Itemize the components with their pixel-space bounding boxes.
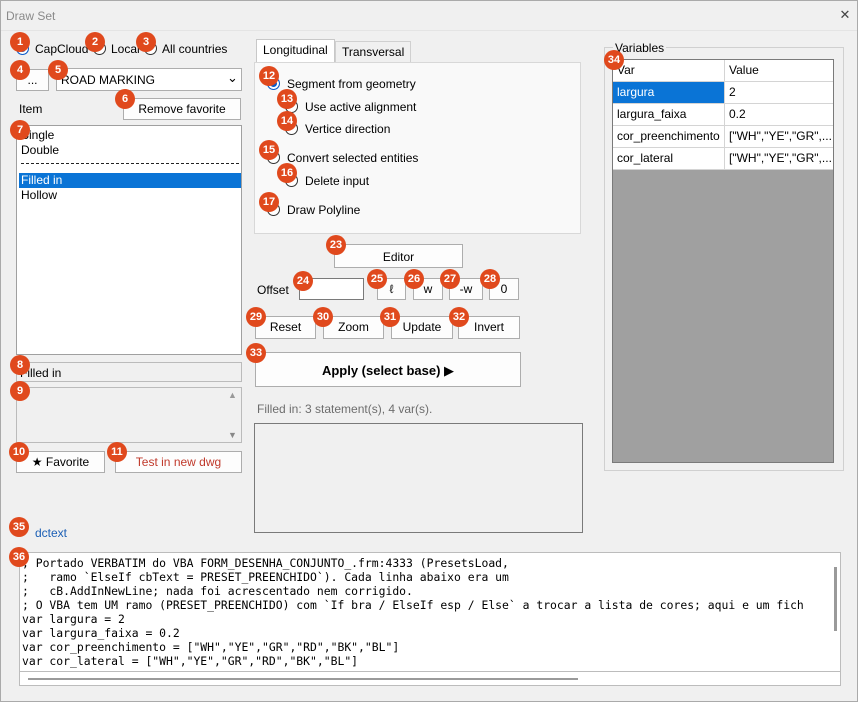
- apply-select-base-button[interactable]: Apply (select base) ▶: [255, 352, 521, 387]
- editor-button[interactable]: Editor: [334, 244, 463, 268]
- convert-selected-entities-label[interactable]: Convert selected entities: [287, 151, 418, 165]
- list-item-selected[interactable]: Filled in: [19, 173, 241, 188]
- longitudinal-panel: Segment from geometry Use active alignme…: [254, 62, 581, 234]
- list-item[interactable]: Double: [19, 143, 241, 158]
- marker-badge: 5: [48, 60, 68, 80]
- item-list[interactable]: Single Double Filled in Hollow: [16, 125, 242, 355]
- var-name-cell-selected[interactable]: largura: [613, 82, 725, 103]
- title-bar: Draw Set ✕: [1, 1, 857, 31]
- dctext-label: dctext: [35, 526, 68, 540]
- marker-badge: 27: [440, 269, 460, 289]
- test-in-new-dwg-button[interactable]: Test in new dwg: [115, 451, 242, 473]
- marker-badge: 17: [259, 192, 279, 212]
- var-name-cell[interactable]: cor_preenchimento: [613, 126, 725, 147]
- marker-badge: 30: [313, 307, 333, 327]
- tab-transversal[interactable]: Transversal: [335, 41, 412, 62]
- marker-badge: 12: [259, 66, 279, 86]
- draw-polyline-label[interactable]: Draw Polyline: [287, 203, 360, 217]
- marker-badge: 15: [259, 140, 279, 160]
- column-header-value[interactable]: Value: [725, 60, 833, 81]
- vertice-direction-label[interactable]: Vertice direction: [305, 122, 390, 136]
- code-line: var cor_lateral = ["WH","YE","GR","RD","…: [22, 654, 359, 668]
- segment-from-geometry-label[interactable]: Segment from geometry: [287, 77, 416, 91]
- marker-badge: 13: [277, 89, 297, 109]
- category-select-value: ROAD MARKING: [61, 73, 156, 87]
- table-row[interactable]: cor_preenchimento ["WH","YE","GR",...: [613, 126, 833, 148]
- dctext-code-editor[interactable]: ; Portado VERBATIM do VBA FORM_DESENHA_C…: [19, 552, 841, 672]
- column-header-var[interactable]: Var: [613, 60, 725, 81]
- list-item[interactable]: Hollow: [19, 188, 241, 203]
- table-row[interactable]: largura 2: [613, 82, 833, 104]
- remove-favorite-button[interactable]: Remove favorite: [123, 98, 241, 120]
- offset-label: Offset: [257, 283, 289, 297]
- code-line: var largura = 2: [22, 612, 125, 626]
- category-select[interactable]: ROAD MARKING ⌄: [56, 68, 242, 91]
- var-name-cell[interactable]: cor_lateral: [613, 148, 725, 169]
- tab-longitudinal[interactable]: Longitudinal: [256, 39, 335, 63]
- var-value-cell[interactable]: 0.2: [725, 104, 833, 125]
- use-active-alignment-label[interactable]: Use active alignment: [305, 100, 416, 114]
- marker-badge: 6: [115, 89, 135, 109]
- marker-badge: 4: [10, 60, 30, 80]
- selected-name-field: Filled in: [16, 362, 242, 382]
- marker-badge: 25: [367, 269, 387, 289]
- preview-box: [254, 423, 583, 533]
- marker-badge: 2: [85, 32, 105, 52]
- radio-capcloud-label[interactable]: CapCloud: [35, 42, 88, 56]
- marker-badge: 31: [380, 307, 400, 327]
- code-line: ; ramo `ElseIf cbText = PRESET_PREENCHID…: [22, 570, 509, 584]
- update-button[interactable]: Update: [391, 316, 453, 339]
- marker-badge: 10: [9, 442, 29, 462]
- code-line: ; O VBA tem UM ramo (PRESET_PREENCHIDO) …: [22, 598, 804, 612]
- chevron-down-icon: ⌄: [227, 70, 238, 85]
- marker-badge: 36: [9, 547, 29, 567]
- code-vertical-scrollbar[interactable]: [834, 567, 837, 631]
- close-icon[interactable]: ✕: [833, 4, 857, 26]
- scroll-down-icon[interactable]: ▼: [228, 430, 237, 440]
- list-item[interactable]: Single: [19, 128, 241, 143]
- var-value-cell[interactable]: 2: [725, 82, 833, 103]
- code-line: var largura_faixa = 0.2: [22, 626, 180, 640]
- marker-badge: 1: [10, 32, 30, 52]
- marker-badge: 24: [293, 271, 313, 291]
- marker-badge: 32: [449, 307, 469, 327]
- window-title: Draw Set: [6, 9, 56, 23]
- var-value-cell[interactable]: ["WH","YE","GR",...: [725, 126, 833, 147]
- marker-badge: 26: [404, 269, 424, 289]
- marker-badge: 3: [136, 32, 156, 52]
- var-name-cell[interactable]: largura_faixa: [613, 104, 725, 125]
- marker-badge: 14: [277, 111, 297, 131]
- marker-badge: 7: [10, 120, 30, 140]
- variables-grid[interactable]: Var Value largura 2 largura_faixa 0.2 co…: [612, 59, 834, 463]
- radio-all-countries-label[interactable]: All countries: [162, 42, 227, 56]
- marker-badge: 28: [480, 269, 500, 289]
- favorite-button[interactable]: ★ Favorite: [16, 451, 105, 473]
- code-scroll-track: [19, 672, 841, 686]
- marker-badge: 35: [9, 517, 29, 537]
- var-value-cell[interactable]: ["WH","YE","GR",...: [725, 148, 833, 169]
- marker-badge: 8: [10, 355, 30, 375]
- item-label: Item: [19, 102, 43, 116]
- variables-header-row: Var Value: [613, 60, 833, 82]
- code-line: var cor_preenchimento = ["WH","YE","GR",…: [22, 640, 400, 654]
- status-text: Filled in: 3 statement(s), 4 var(s).: [257, 402, 433, 416]
- delete-input-label[interactable]: Delete input: [305, 174, 369, 188]
- table-row[interactable]: largura_faixa 0.2: [613, 104, 833, 126]
- table-row[interactable]: cor_lateral ["WH","YE","GR",...: [613, 148, 833, 170]
- marker-badge: 34: [604, 50, 624, 70]
- draw-set-window: Draw Set ✕ CapCloud Local All countries …: [0, 0, 858, 702]
- marker-badge: 29: [246, 307, 266, 327]
- code-line: ; cB.AddInNewLine; nada foi acrescentado…: [22, 584, 413, 598]
- marker-badge: 11: [107, 442, 127, 462]
- list-separator: [21, 163, 239, 164]
- marker-badge: 16: [277, 163, 297, 183]
- code-line: ; Portado VERBATIM do VBA FORM_DESENHA_C…: [22, 556, 509, 570]
- marker-badge: 33: [246, 343, 266, 363]
- marker-badge: 9: [10, 381, 30, 401]
- scroll-up-icon[interactable]: ▲: [228, 390, 237, 400]
- code-horizontal-scrollbar[interactable]: [28, 678, 578, 680]
- marker-badge: 23: [326, 235, 346, 255]
- description-box[interactable]: ▲ ▼: [16, 387, 242, 443]
